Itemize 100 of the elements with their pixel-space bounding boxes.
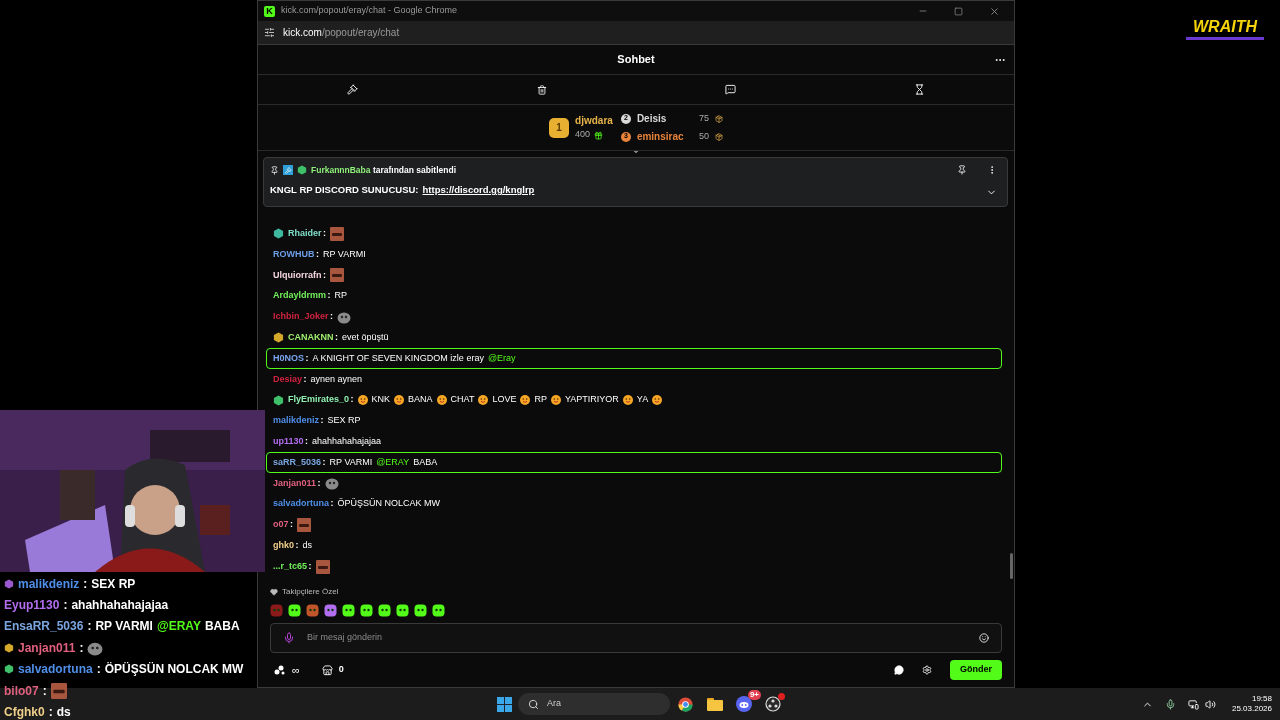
close-icon[interactable]	[989, 5, 1000, 17]
username[interactable]: Desiay	[273, 372, 303, 387]
separator: :	[327, 289, 331, 303]
username[interactable]: salvadortuna	[273, 497, 330, 511]
logo-text: WRAITH	[1193, 18, 1257, 36]
maximize-icon[interactable]	[954, 6, 963, 16]
message-text: KNK	[371, 393, 391, 407]
emote-icon[interactable]	[432, 603, 445, 617]
username: Janjan011	[18, 639, 76, 657]
emote-icon[interactable]	[342, 603, 355, 617]
username[interactable]: up1130	[273, 435, 304, 449]
emote-icon	[337, 310, 352, 325]
username[interactable]: Rhaider	[288, 227, 322, 241]
emote-icon[interactable]	[288, 603, 301, 617]
username[interactable]: ROWHUB	[273, 247, 315, 262]
emote-icon[interactable]	[324, 603, 337, 617]
moderator-badge-icon	[283, 165, 293, 176]
message-text: A KNIGHT OF SEVEN KINGDOM izle eray	[312, 351, 484, 365]
username[interactable]: FlyEmirates_0	[288, 393, 350, 407]
microphone-icon[interactable]	[1164, 698, 1176, 710]
emote-icon[interactable]	[378, 603, 391, 617]
chat-icon[interactable]	[894, 665, 904, 675]
emote-icon	[324, 476, 339, 491]
discord-icon[interactable]	[736, 696, 752, 712]
network-icon[interactable]	[1187, 698, 1199, 710]
username[interactable]: CANAKNN	[288, 331, 334, 345]
message-text: aynen aynen	[310, 372, 363, 386]
discord-link[interactable]: https://discord.gg/knglrp	[422, 183, 535, 198]
scrollbar[interactable]	[1010, 553, 1013, 579]
separator: :	[317, 476, 321, 490]
address-bar[interactable]: kick.com/popout/eray/chat	[258, 21, 1014, 45]
emote-icon[interactable]	[414, 603, 427, 617]
recorder-icon[interactable]	[765, 696, 781, 712]
windows-icon[interactable]	[497, 696, 512, 712]
username[interactable]: Ulquiorrafn	[273, 268, 322, 283]
separator: :	[335, 331, 338, 345]
volume-icon[interactable]	[1204, 698, 1216, 710]
message-text: ÖPÜŞSÜN NOLCAK MW	[337, 497, 441, 511]
folder-icon[interactable]	[707, 697, 723, 711]
hammer-icon[interactable]	[347, 84, 358, 95]
leader-name: Deisis	[636, 112, 668, 126]
trash-icon[interactable]	[536, 84, 547, 95]
username[interactable]: Janjan011	[273, 476, 317, 491]
username[interactable]: ...r_tc65	[273, 559, 308, 574]
emote-icon	[297, 518, 311, 532]
username[interactable]: o07	[273, 518, 289, 532]
separator: :	[303, 372, 307, 386]
message-text: ds	[56, 704, 71, 720]
separator: :	[87, 618, 92, 636]
hourglass-icon[interactable]	[914, 84, 925, 95]
points-value: ∞	[292, 662, 300, 678]
message-text: CHAT	[450, 393, 475, 407]
username[interactable]: ghk0	[273, 539, 294, 553]
message-text: SEX RP	[327, 414, 361, 428]
separator: :	[79, 639, 84, 657]
leader-name: djwdara	[575, 114, 613, 129]
mention-link[interactable]: @Eray	[487, 351, 516, 366]
separator: :	[308, 559, 312, 573]
mention-link[interactable]: @ERAY	[156, 617, 201, 636]
window-title: kick.com/popout/eray/chat - Google Chrome	[281, 4, 459, 18]
points-icon	[274, 665, 286, 675]
message-text: BABA	[204, 618, 240, 636]
badge-icon	[297, 165, 307, 176]
message-icon[interactable]	[725, 84, 736, 95]
leader-name: eminsirac	[636, 130, 685, 144]
emote-icon	[315, 559, 330, 574]
emoji-icon[interactable]	[979, 633, 989, 643]
clock-time[interactable]: 19:58	[1251, 694, 1272, 704]
gift-icon	[594, 130, 604, 140]
username[interactable]: malikdeniz	[273, 414, 319, 428]
clock-date[interactable]: 25.03.2026	[1231, 704, 1272, 714]
microphone-icon[interactable]	[283, 632, 295, 644]
emote-icon[interactable]	[396, 603, 409, 617]
chat-title: Sohbet	[617, 52, 655, 68]
message-text: BABA	[413, 455, 438, 469]
send-button[interactable]: Gönder	[950, 660, 1002, 680]
emoji-icon	[357, 395, 368, 406]
store-icon[interactable]	[321, 664, 333, 676]
username[interactable]: H0NOS	[273, 351, 304, 366]
emote-icon[interactable]	[360, 603, 373, 617]
app-icon: K	[264, 5, 275, 17]
separator: :	[96, 661, 101, 679]
separator: :	[320, 414, 324, 428]
site-settings-icon[interactable]	[264, 27, 275, 38]
settings-icon[interactable]	[922, 665, 932, 675]
username[interactable]: saRR_5036	[273, 455, 322, 470]
username[interactable]: Ardayldrmm	[273, 289, 326, 303]
rank-badge: 1	[549, 117, 570, 138]
unpin-icon[interactable]	[957, 165, 967, 176]
username: bilo07	[4, 682, 39, 700]
mention-link[interactable]: @ERAY	[376, 455, 410, 470]
username[interactable]: Ichbin_Joker	[273, 310, 329, 324]
taskbar-search[interactable]: Ara	[518, 693, 670, 715]
browser-icon[interactable]	[678, 696, 693, 712]
message-text: RP	[534, 393, 547, 407]
notification-badge: 9+	[747, 690, 761, 700]
box-icon	[714, 114, 723, 123]
emoji-icon	[622, 395, 633, 406]
message-input[interactable]: Bir mesaj gönderin	[270, 623, 1002, 653]
search-icon	[528, 698, 539, 710]
